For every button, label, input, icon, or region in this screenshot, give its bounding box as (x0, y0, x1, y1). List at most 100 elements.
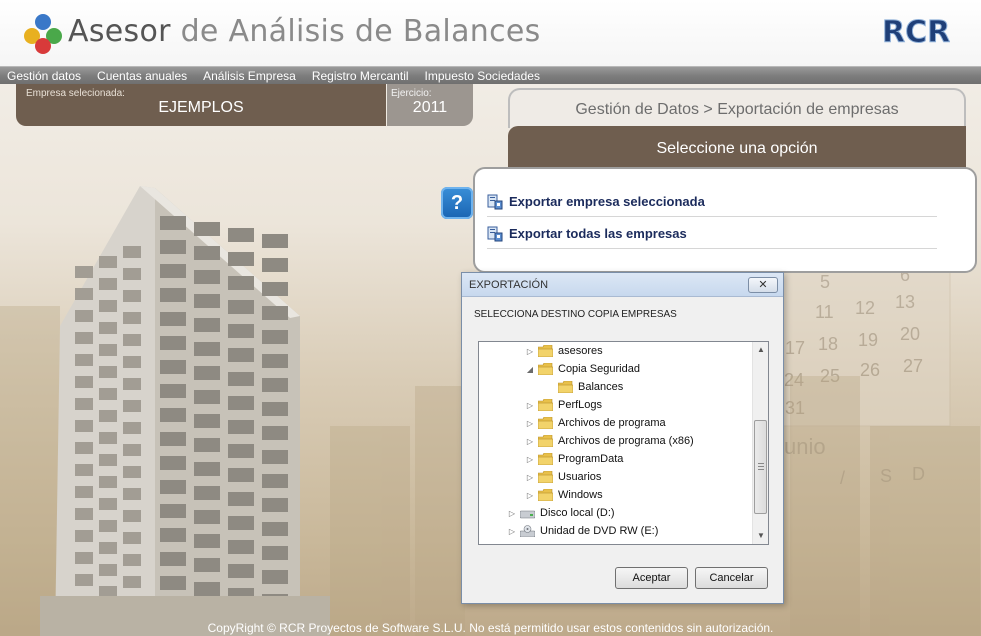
expand-arrow-icon[interactable]: ▷ (525, 401, 535, 410)
svg-text:26: 26 (860, 360, 880, 380)
svg-text:20: 20 (900, 324, 920, 344)
tree-item-label: ProgramData (558, 453, 624, 465)
tower-window (194, 294, 220, 308)
tree-item[interactable]: ▷ asesores (525, 342, 603, 360)
tree-item-label: asesores (558, 345, 603, 357)
tower-window (123, 510, 141, 522)
tree-item-label: Disco local (D:) (540, 507, 615, 519)
tree-item[interactable]: ▷ ProgramData (525, 450, 623, 468)
tower-window (228, 540, 254, 554)
help-icon[interactable]: ? (441, 187, 473, 219)
tree-item[interactable]: ▷ Archivos de programa (525, 414, 666, 432)
app-logo-icon (24, 14, 62, 54)
dialog-title-bar: EXPORTACIÓN ✕ (462, 273, 783, 297)
menu-item-gestion-datos[interactable]: Gestión datos (7, 69, 81, 83)
tower-window (194, 534, 220, 548)
tower-window (99, 300, 117, 312)
tree-item[interactable]: ◢ Copia Seguridad (525, 360, 640, 378)
tower-window (262, 378, 288, 392)
expand-arrow-icon[interactable]: ▷ (525, 419, 535, 428)
scrollbar-thumb[interactable] (754, 420, 767, 514)
expand-arrow-icon[interactable]: ▷ (525, 491, 535, 500)
tower-window (160, 264, 186, 278)
scroll-down-icon[interactable]: ▼ (753, 528, 768, 544)
tower-window (99, 278, 117, 290)
copyright-footer: CopyRight © RCR Proyectos de Software S.… (207, 621, 774, 635)
tower-window (194, 222, 220, 236)
folder-icon (538, 417, 553, 429)
drive-icon (520, 510, 535, 519)
tower-window (75, 574, 93, 586)
tower-window (228, 324, 254, 338)
tower-window (75, 288, 93, 300)
expand-arrow-icon[interactable]: ▷ (525, 455, 535, 464)
expand-arrow-icon[interactable]: ▷ (507, 527, 517, 536)
cancel-button[interactable]: Cancelar (695, 567, 768, 589)
tower-window (194, 270, 220, 284)
tower-window (123, 400, 141, 412)
tower-window (160, 576, 186, 590)
export-selected-company-option[interactable]: Exportar empresa seleccionada (487, 187, 937, 217)
svg-text:18: 18 (818, 334, 838, 354)
tree-item[interactable]: ▷ Windows (525, 486, 603, 504)
svg-text:13: 13 (895, 292, 915, 312)
tower-window (262, 426, 288, 440)
tree-item[interactable]: ▷ Archivos de programa (x86) (525, 432, 694, 450)
tower-window (123, 466, 141, 478)
accept-button[interactable]: Aceptar (615, 567, 688, 589)
tower-window (75, 442, 93, 454)
tower-window (123, 246, 141, 258)
tower-window (75, 420, 93, 432)
fiscal-year-label: Ejercicio: (391, 88, 432, 99)
selected-company-value: EJEMPLOS (158, 99, 244, 116)
expand-arrow-icon[interactable]: ▷ (525, 437, 535, 446)
folder-tree[interactable]: ▷ asesores ◢ Copia Seguridad Balances ▷ PerfLo… (478, 341, 769, 545)
breadcrumb: Gestión de Datos > Exportación de empres… (508, 88, 966, 128)
fiscal-year-panel: Ejercicio: 2011 (387, 84, 473, 126)
tree-item[interactable]: ▷ Usuarios (525, 468, 601, 486)
rcr-brand-text: RCR (882, 15, 950, 50)
menu-item-cuentas-anuales[interactable]: Cuentas anuales (97, 69, 187, 83)
tree-item[interactable]: ▷ PerfLogs (525, 396, 602, 414)
tower-window (99, 542, 117, 554)
app-header: Asesor de Análisis de Balances RCR (0, 0, 981, 66)
expand-arrow-icon[interactable]: ▷ (507, 509, 517, 518)
tower-window (75, 486, 93, 498)
tower-window (160, 384, 186, 398)
tower-window (194, 342, 220, 356)
expanded-arrow-icon[interactable]: ◢ (525, 365, 535, 374)
tower-window (99, 520, 117, 532)
expand-arrow-icon[interactable]: ▷ (525, 473, 535, 482)
close-icon[interactable]: ✕ (748, 277, 778, 293)
tower-window (262, 570, 288, 584)
export-dialog: EXPORTACIÓN ✕ SELECCIONA DESTINO COPIA E… (461, 272, 784, 604)
tower-window (123, 312, 141, 324)
tower-window (194, 390, 220, 404)
app-title-secondary: de Análisis de Balances (180, 14, 541, 49)
tree-scrollbar[interactable]: ▲ ▼ (752, 342, 768, 544)
tree-item-label: Balances (578, 381, 624, 393)
export-all-companies-option[interactable]: Exportar todas las empresas (487, 219, 937, 249)
tree-item[interactable]: ▷ Unidad de DVD RW (E:) (507, 522, 658, 540)
svg-text:11: 11 (815, 302, 834, 322)
tower-window (262, 402, 288, 416)
tower-window (123, 378, 141, 390)
tower-window (99, 410, 117, 422)
tower-window (75, 376, 93, 388)
app-title-primary: Asesor (68, 14, 171, 49)
tower-window (99, 454, 117, 466)
tower-window (123, 268, 141, 280)
tree-item[interactable]: ▷ Disco local (D:) (507, 504, 615, 522)
tree-item[interactable]: Balances (545, 378, 623, 396)
scroll-up-icon[interactable]: ▲ (753, 342, 768, 358)
tower-window (99, 322, 117, 334)
expand-arrow-icon[interactable]: ▷ (525, 347, 535, 356)
tower-window (194, 318, 220, 332)
tower-window (194, 582, 220, 596)
tower-window (75, 508, 93, 520)
menu-item-analisis-empresa[interactable]: Análisis Empresa (203, 69, 296, 83)
tower-window (99, 432, 117, 444)
menu-item-impuesto-sociedades[interactable]: Impuesto Sociedades (425, 69, 540, 83)
menu-item-registro-mercantil[interactable]: Registro Mercantil (312, 69, 409, 83)
tower-window (99, 476, 117, 488)
